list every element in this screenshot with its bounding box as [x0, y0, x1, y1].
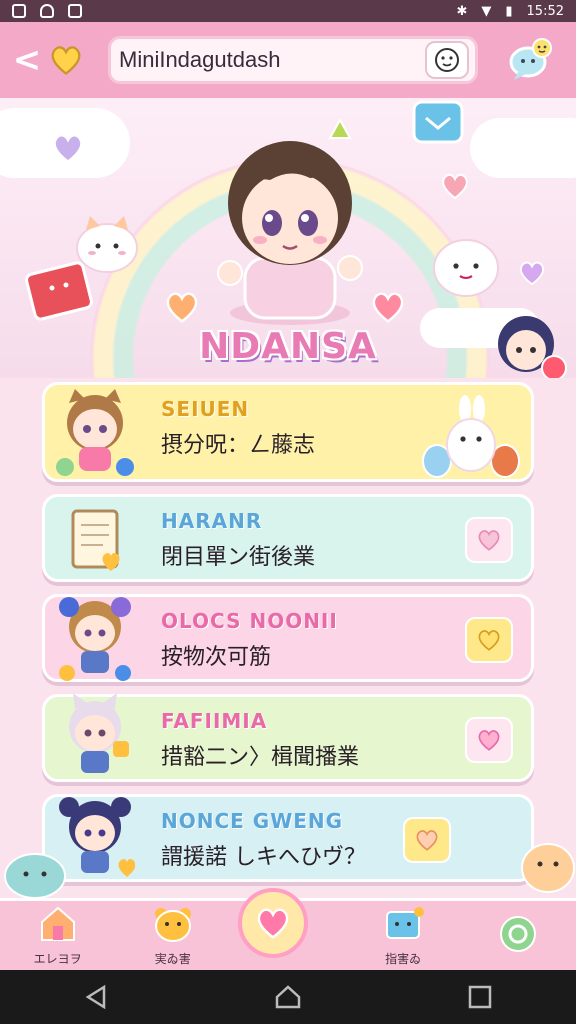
status-bar: ✱ ▼ ▮ 15:52 — [0, 0, 576, 22]
battery-icon: ▮ — [505, 3, 513, 19]
list-item[interactable]: HARANR 閉目單ン街後業 — [42, 494, 534, 582]
slime-sticker-icon — [4, 853, 66, 899]
chat-bubble-icon[interactable] — [506, 36, 554, 84]
dog-sticker-icon — [521, 843, 575, 893]
status-time: 15:52 — [526, 3, 564, 19]
bear-icon — [154, 908, 191, 942]
notification-icon — [40, 4, 54, 18]
mascot-character — [217, 117, 363, 325]
bluetooth-icon: ✱ — [456, 3, 468, 19]
emoji-button[interactable] — [425, 41, 469, 79]
nav-item-home[interactable]: エレヨヲ — [8, 904, 108, 967]
tv-icon — [386, 907, 425, 939]
bunny-sticker-icon — [422, 395, 520, 478]
book-icon — [412, 100, 464, 144]
square-recents-icon — [468, 985, 492, 1009]
ghost-sticker-icon — [433, 239, 499, 297]
system-recents-button[interactable] — [460, 977, 500, 1017]
heart-icon — [53, 134, 83, 163]
heart-icon — [478, 530, 500, 551]
back-button[interactable]: < — [12, 40, 42, 80]
favorite-button[interactable] — [403, 817, 451, 863]
face-icon — [435, 48, 459, 72]
card-title: OLOCS NOONII — [161, 609, 338, 633]
category-list: SEIUEN 摂分呪：ㄥ藤志 HARANR 閉目單ン街後業 OLOCS NOON… — [42, 382, 534, 894]
center-action-button[interactable] — [237, 887, 308, 958]
nav-label: 実ゐ害 — [154, 952, 191, 966]
heart-icon — [372, 292, 404, 323]
card-title: NONCE GWENG — [161, 809, 344, 833]
card-subtitle: 閉目單ン街後業 — [161, 545, 316, 570]
heart-icon[interactable] — [48, 42, 84, 78]
favorite-button[interactable] — [465, 617, 513, 663]
nav-label: エレヨヲ — [33, 952, 82, 966]
card-title: FAFIIMIA — [161, 709, 268, 733]
list-item[interactable]: SEIUEN 摂分呪：ㄥ藤志 — [42, 382, 534, 482]
list-item[interactable]: FAFIIMIA 措豁二ン〉楫聞播業 — [42, 693, 534, 782]
card-subtitle: 措豁二ン〉楫聞播業 — [161, 745, 360, 770]
search-field[interactable]: MiniIndagutdash — [108, 36, 478, 84]
avatar — [59, 597, 131, 681]
heart-icon — [166, 292, 198, 323]
app-header: < MiniIndagutdash — [0, 22, 576, 98]
notification-icon — [68, 4, 82, 18]
system-home-button[interactable] — [268, 977, 308, 1017]
nav-item-pets[interactable]: 実ゐ害 — [123, 904, 223, 967]
wifi-icon: ▼ — [481, 3, 492, 19]
heart-icon — [519, 261, 545, 286]
heart-icon — [478, 630, 500, 651]
card-title: HARANR — [161, 509, 263, 533]
house-icon — [40, 906, 75, 941]
favorite-button[interactable] — [465, 717, 513, 763]
hero-banner: NDANSA — [0, 98, 576, 378]
heart-icon — [478, 730, 500, 751]
nav-item-search[interactable] — [468, 911, 568, 961]
home-outline-icon — [275, 985, 301, 1009]
favorite-button[interactable] — [465, 517, 513, 563]
avatar — [69, 693, 129, 773]
card-subtitle: 摂分呪：ㄥ藤志 — [161, 433, 316, 458]
heart-icon — [416, 830, 438, 851]
card-subtitle: 謂援諾 しキへひヴ？ — [161, 845, 366, 870]
heart-icon — [257, 908, 289, 939]
system-navigation-bar — [0, 970, 576, 1024]
triangle-back-icon — [85, 984, 106, 1010]
search-icon — [500, 915, 537, 952]
card-title: SEIUEN — [161, 397, 250, 421]
list-item[interactable]: NONCE GWENG 謂援諾 しキへひヴ？ — [42, 794, 534, 882]
cloud-decoration — [470, 118, 576, 178]
nav-item-center[interactable] — [237, 887, 338, 958]
search-input[interactable]: MiniIndagutdash — [119, 47, 425, 73]
avatar — [56, 389, 134, 476]
list-item[interactable]: OLOCS NOONII 按物次可筋 — [42, 594, 534, 682]
card-subtitle: 按物次可筋 — [161, 645, 272, 670]
hero-title: NDANSA — [199, 326, 377, 367]
bottom-navigation: エレヨヲ 実ゐ害 指害ゐ — [0, 887, 576, 970]
book-sticker-icon — [25, 261, 93, 321]
nav-item-tv[interactable]: 指害ゐ — [353, 904, 453, 967]
heart-icon — [442, 173, 468, 200]
notification-icon — [12, 4, 26, 18]
nav-label: 指害ゐ — [385, 952, 422, 966]
notebook-icon — [71, 509, 120, 571]
system-back-button[interactable] — [76, 977, 116, 1017]
